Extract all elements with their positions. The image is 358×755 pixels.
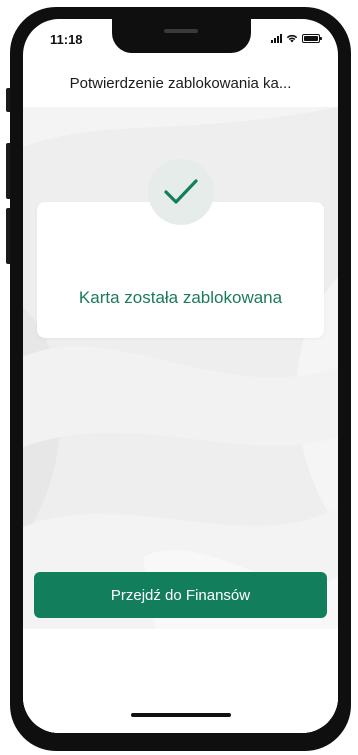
notch <box>112 19 251 53</box>
signal-icon <box>271 33 282 43</box>
device-mockup: 11:18 Potwierdzenie zablokowania ka... K… <box>0 0 358 755</box>
status-time: 11:18 <box>50 32 83 47</box>
home-indicator[interactable] <box>131 713 231 717</box>
confirmation-message: Karta została zablokowana <box>78 288 283 307</box>
bottom-area <box>23 629 338 733</box>
phone-screen: 11:18 Potwierdzenie zablokowania ka... K… <box>23 19 338 733</box>
status-icons <box>271 33 322 43</box>
phone-frame: 11:18 Potwierdzenie zablokowania ka... K… <box>10 7 351 751</box>
go-to-finances-button[interactable]: Przejdź do Finansów <box>34 572 327 618</box>
page-title: Potwierdzenie zablokowania ka... <box>69 74 292 92</box>
app-header: Potwierdzenie zablokowania ka... <box>23 59 338 107</box>
go-to-finances-label: Przejdź do Finansów <box>110 586 251 604</box>
success-badge <box>148 159 214 225</box>
battery-icon <box>302 34 322 43</box>
checkmark-icon <box>164 179 198 204</box>
wifi-icon <box>286 33 298 43</box>
